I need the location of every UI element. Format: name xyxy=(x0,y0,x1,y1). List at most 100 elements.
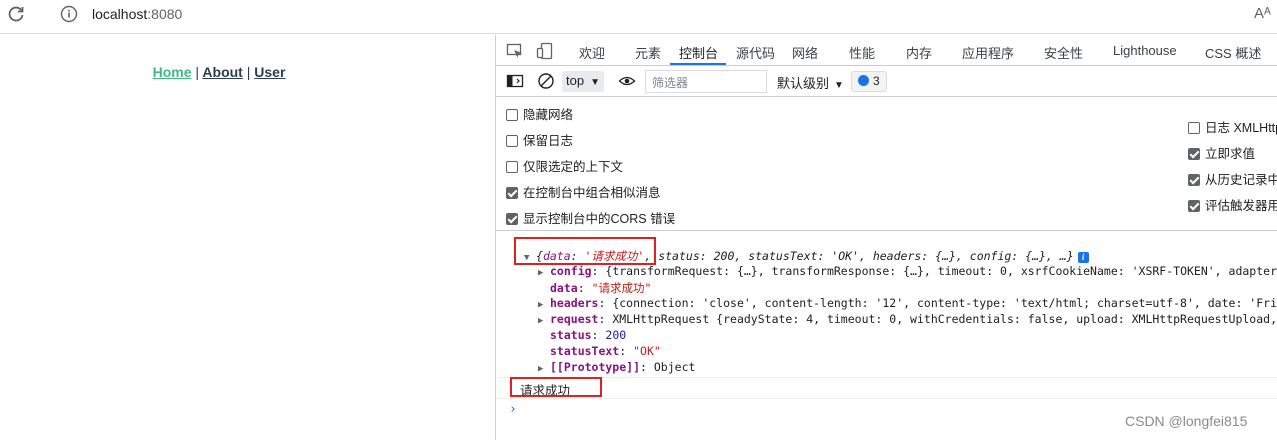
site-info-icon[interactable] xyxy=(60,5,78,23)
tab-elements[interactable]: 元素 xyxy=(635,43,661,62)
tab-console[interactable]: 控制台 xyxy=(679,43,718,62)
tab-application[interactable]: 应用程序 xyxy=(962,43,1014,62)
prop-row-headers[interactable]: ▶ headers: {connection: 'close', content-… xyxy=(538,296,1277,310)
tab-security[interactable]: 安全性 xyxy=(1044,43,1083,62)
issues-counter-button[interactable]: 3 xyxy=(851,71,887,92)
checkbox-checked[interactable] xyxy=(506,187,518,199)
prop-row-data: data: "请求成功" xyxy=(550,281,652,295)
prop-key: headers xyxy=(550,296,599,310)
triangle-collapsed-icon[interactable]: ▶ xyxy=(538,300,550,310)
tab-network[interactable]: 网络 xyxy=(792,43,818,62)
summary-rest: , status: 200, statusText: 'OK', headers… xyxy=(644,249,1074,263)
nav-link-about[interactable]: About xyxy=(202,64,242,80)
sidebar-toggle-icon[interactable] xyxy=(506,72,524,90)
tab-performance[interactable]: 性能 xyxy=(849,43,875,62)
url-port: :8080 xyxy=(147,6,183,22)
setting-label: 隐藏网络 xyxy=(523,108,574,122)
setting-hide-network[interactable]: 隐藏网络 xyxy=(506,104,573,123)
checkbox[interactable] xyxy=(1188,122,1200,134)
watermark: CSDN @longfei815 xyxy=(1125,413,1248,429)
tab-css-overview[interactable]: CSS 概述 xyxy=(1205,43,1261,62)
checkbox-checked[interactable] xyxy=(1188,200,1200,212)
triangle-collapsed-icon[interactable]: ▶ xyxy=(538,316,550,326)
clear-console-icon[interactable] xyxy=(537,72,555,90)
prop-row-prototype[interactable]: ▶ [[Prototype]]: Object xyxy=(538,360,695,374)
log-divider xyxy=(496,398,1277,399)
nav-link-home[interactable]: Home xyxy=(153,64,192,80)
highlight-box-log xyxy=(510,377,602,397)
prop-value: XMLHttpRequest {readyState: 4, timeout: … xyxy=(612,312,1277,326)
issues-count: 3 xyxy=(873,74,880,88)
caret-down-icon: ▼ xyxy=(590,77,600,88)
active-tab-indicator xyxy=(670,63,726,65)
log-divider xyxy=(496,377,1277,378)
checkbox[interactable] xyxy=(506,135,518,147)
prop-key: statusText xyxy=(550,344,620,358)
page-viewport: Home | About | User xyxy=(0,35,495,440)
context-selector[interactable]: top ▼ xyxy=(562,71,604,92)
read-aloud-icon[interactable]: Aᴬ xyxy=(1254,5,1271,22)
checkbox[interactable] xyxy=(506,161,518,173)
prop-row-statustext: statusText: "OK" xyxy=(550,344,661,358)
info-icon[interactable]: i xyxy=(1077,252,1089,263)
prop-key: [[Prototype]] xyxy=(550,360,641,374)
console-toolbar: top ▼ 筛选器 默认级别 ▼ 3 xyxy=(496,66,1277,97)
console-settings: 隐藏网络 保留日志 仅限选定的上下文 在控制台中组合相似消息 显示控制台中的CO… xyxy=(496,97,1277,231)
setting-log-xmlhttp[interactable]: 日志 XMLHttp xyxy=(1188,117,1277,136)
issues-icon xyxy=(858,75,869,86)
setting-label: 仅限选定的上下文 xyxy=(523,160,624,174)
setting-autocomplete-history[interactable]: 从历史记录中 xyxy=(1188,169,1277,188)
main-nav: Home | About | User xyxy=(0,64,438,80)
triangle-collapsed-icon[interactable]: ▶ xyxy=(538,364,550,374)
url-field[interactable]: localhost:8080 xyxy=(92,6,182,22)
url-host: localhost xyxy=(92,6,148,22)
nav-link-user[interactable]: User xyxy=(254,64,285,80)
checkbox-checked[interactable] xyxy=(1188,148,1200,160)
tab-lighthouse[interactable]: Lighthouse xyxy=(1113,43,1177,58)
setting-preserve-log[interactable]: 保留日志 xyxy=(506,130,573,149)
address-bar: localhost:8080 Aᴬ xyxy=(0,0,1277,34)
prop-row-config[interactable]: ▶ config: {transformRequest: {…}, transfo… xyxy=(538,264,1277,278)
prop-row-request[interactable]: ▶ request: XMLHttpRequest {readyState: 4,… xyxy=(538,312,1277,326)
tab-welcome[interactable]: 欢迎 xyxy=(579,43,605,62)
prop-value: {connection: 'close', content-length: '1… xyxy=(612,296,1277,310)
log-levels-label: 默认级别 xyxy=(777,76,830,91)
filter-input[interactable]: 筛选器 xyxy=(645,70,767,93)
prop-key: status xyxy=(550,328,592,342)
highlight-box-summary xyxy=(514,237,656,265)
caret-down-icon: ▼ xyxy=(834,80,844,91)
setting-show-cors-errors[interactable]: 显示控制台中的CORS 错误 xyxy=(506,208,675,227)
setting-label: 立即求值 xyxy=(1205,147,1256,161)
setting-group-similar[interactable]: 在控制台中组合相似消息 xyxy=(506,182,661,201)
prop-key: config xyxy=(550,264,592,278)
checkbox-checked[interactable] xyxy=(1188,174,1200,186)
prop-key: data xyxy=(550,281,578,295)
prop-value: {transformRequest: {…}, transformRespons… xyxy=(605,264,1277,278)
setting-label: 日志 XMLHttp xyxy=(1205,121,1277,135)
setting-selected-context-only[interactable]: 仅限选定的上下文 xyxy=(506,156,623,175)
inspect-element-icon[interactable] xyxy=(506,42,524,60)
setting-label: 显示控制台中的CORS 错误 xyxy=(523,212,676,226)
devtools-tabbar: 欢迎 元素 控制台 源代码 网络 性能 内存 应用程序 安全性 Lighthou… xyxy=(496,35,1277,66)
tab-memory[interactable]: 内存 xyxy=(906,43,932,62)
log-levels-dropdown[interactable]: 默认级别 ▼ xyxy=(777,73,844,92)
prop-value: 200 xyxy=(605,328,627,342)
setting-label: 评估触发器用 xyxy=(1205,199,1277,213)
prop-key: request xyxy=(550,312,599,326)
prop-value: "请求成功" xyxy=(591,281,652,295)
prop-value: Object xyxy=(653,360,696,374)
setting-eval-triggers[interactable]: 评估触发器用 xyxy=(1188,195,1277,214)
prop-value: "OK" xyxy=(633,344,661,358)
device-toolbar-icon[interactable] xyxy=(536,42,554,60)
setting-label: 从历史记录中 xyxy=(1205,173,1277,187)
setting-eager-eval[interactable]: 立即求值 xyxy=(1188,143,1255,162)
triangle-collapsed-icon[interactable]: ▶ xyxy=(538,268,550,278)
live-expression-eye-icon[interactable] xyxy=(618,72,636,90)
checkbox[interactable] xyxy=(506,109,518,121)
checkbox-checked[interactable] xyxy=(506,213,518,225)
console-prompt-icon[interactable]: › xyxy=(509,402,517,417)
reload-icon[interactable] xyxy=(6,4,26,24)
tab-sources[interactable]: 源代码 xyxy=(736,43,775,62)
context-value: top xyxy=(566,73,585,88)
nav-separator: | xyxy=(195,64,200,80)
